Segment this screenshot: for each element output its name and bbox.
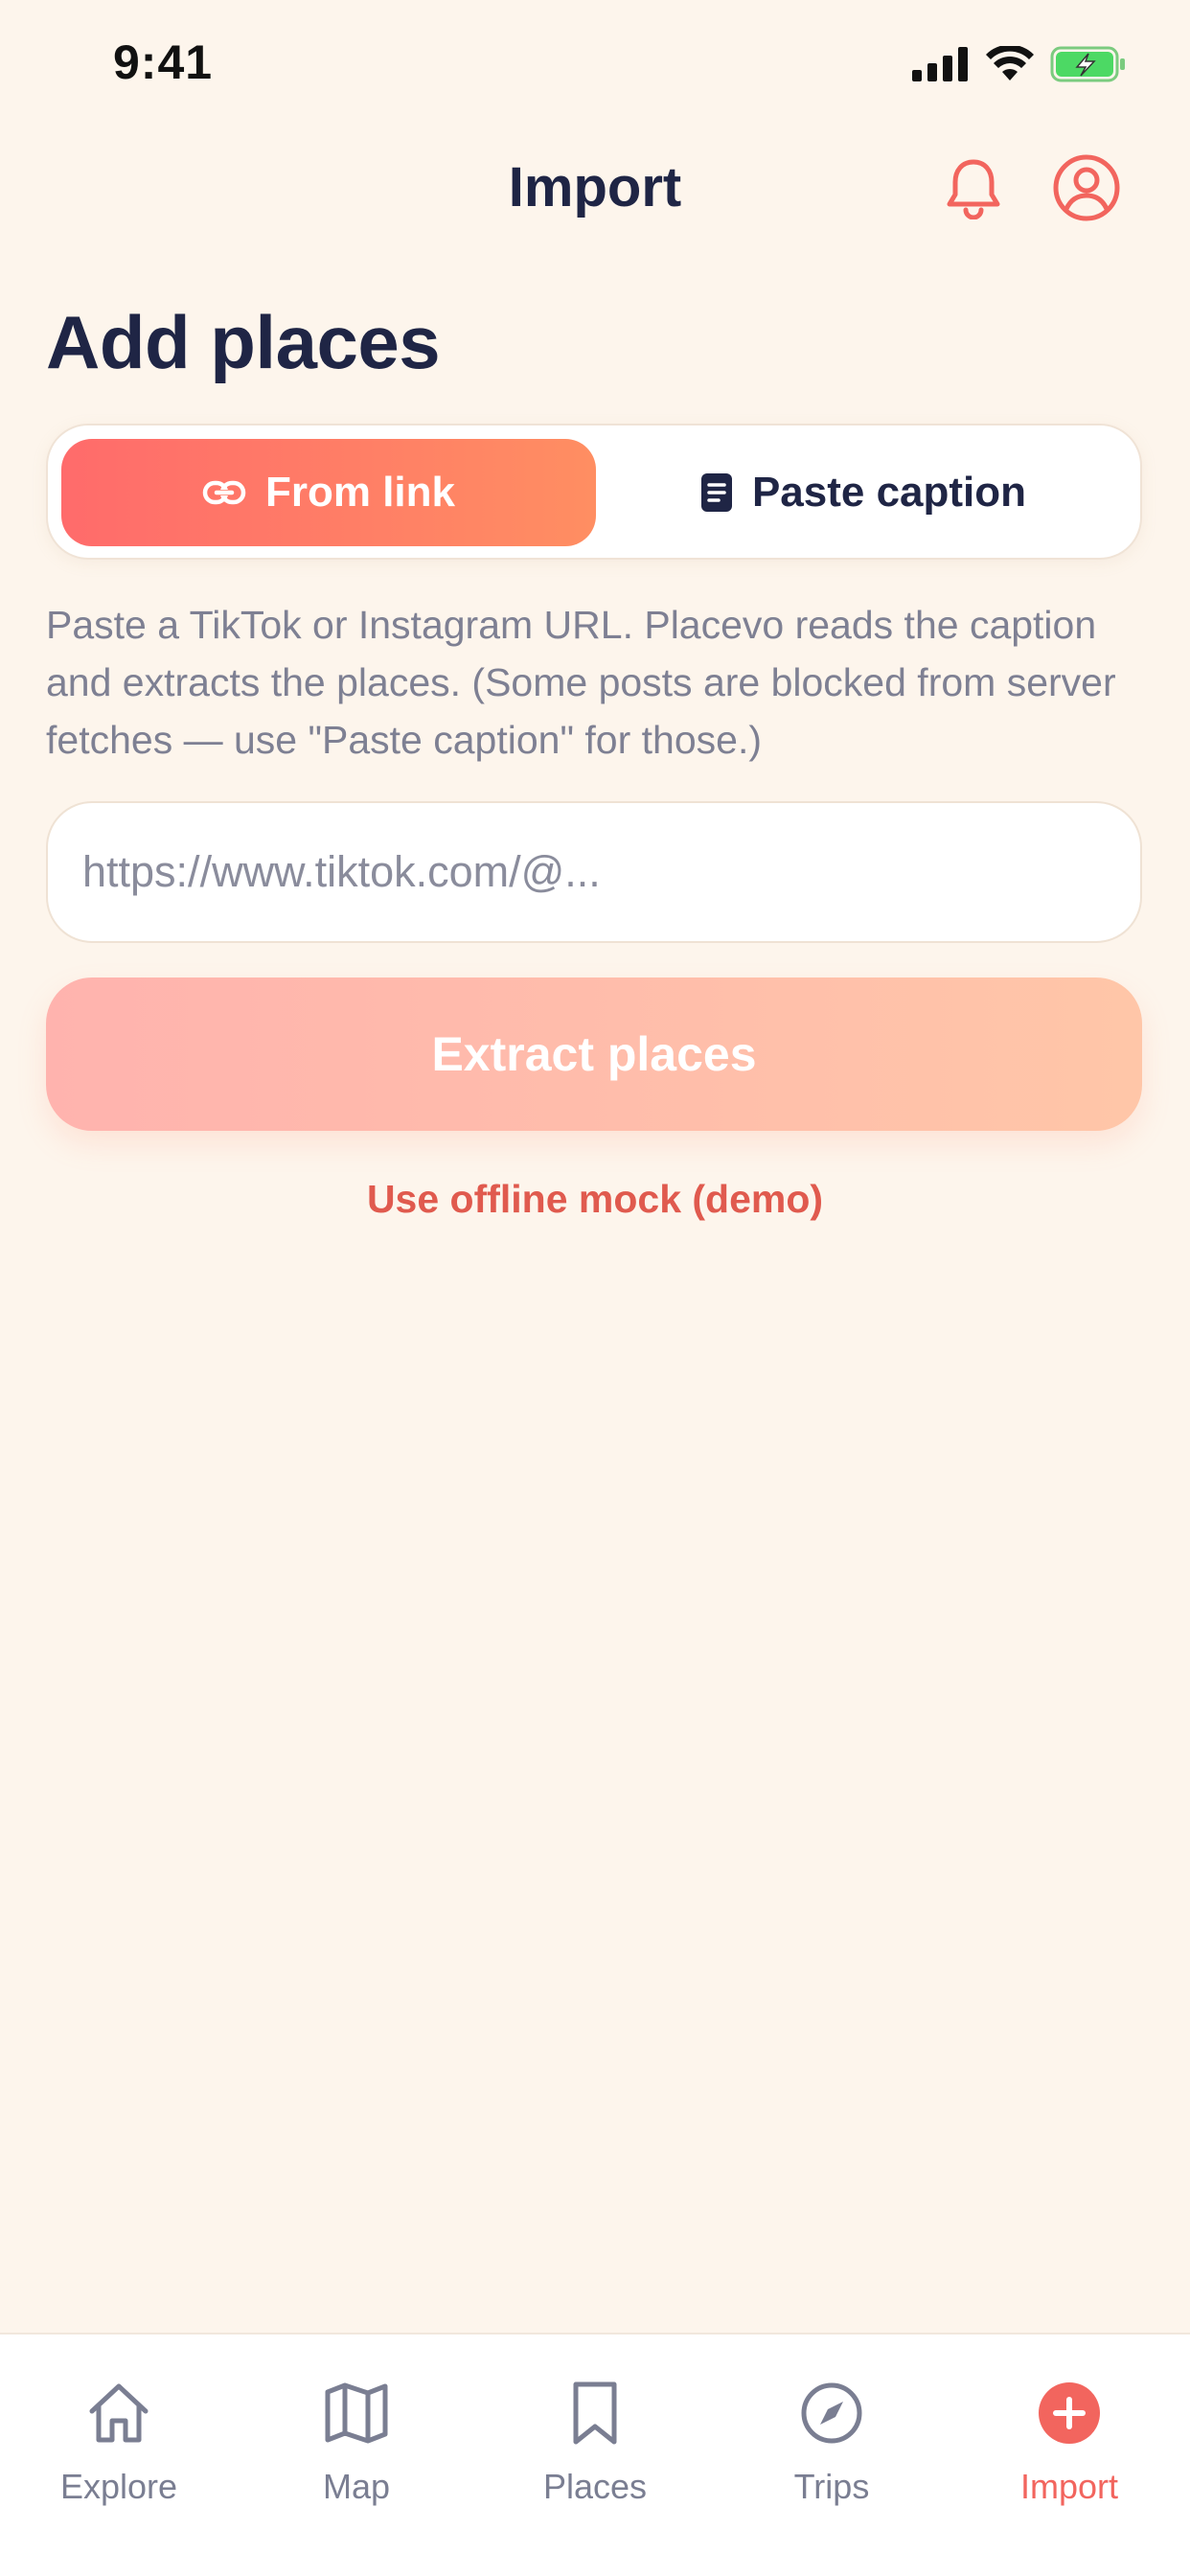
document-icon: [700, 473, 732, 512]
url-input[interactable]: [82, 803, 1098, 941]
profile-button[interactable]: [1050, 151, 1123, 224]
helper-text: Paste a TikTok or Instagram URL. Placevo…: [46, 603, 1116, 762]
bottom-tab-bar: Explore Map Places Trips Import: [0, 2333, 1190, 2576]
bookmark-icon: [559, 2377, 631, 2450]
link-icon: [202, 480, 246, 505]
map-icon: [320, 2377, 393, 2450]
status-time: 9:41: [113, 35, 214, 89]
home-icon: [82, 2377, 155, 2450]
header-title: Import: [508, 156, 682, 218]
tab-map[interactable]: Map: [261, 2377, 452, 2540]
tab-places[interactable]: Places: [499, 2377, 691, 2540]
page-title: Add places: [46, 300, 441, 384]
plus-circle-icon: [1033, 2377, 1106, 2450]
status-bar: 9:41: [0, 0, 1190, 126]
tab-trips-label: Trips: [793, 2467, 870, 2506]
tab-trips[interactable]: Trips: [736, 2377, 927, 2540]
tab-paste-caption-label: Paste caption: [751, 469, 1027, 516]
tab-explore-label: Explore: [59, 2467, 178, 2506]
battery-charging-icon: [1050, 46, 1125, 82]
wifi-icon: [986, 46, 1034, 80]
tab-map-label: Map: [322, 2467, 391, 2506]
extract-places-button[interactable]: Extract places: [46, 978, 1142, 1131]
tab-places-label: Places: [542, 2467, 648, 2506]
import-mode-segmented-control: From link Paste caption: [46, 424, 1142, 560]
tab-explore[interactable]: Explore: [23, 2377, 215, 2540]
offline-mock-link[interactable]: Use offline mock (demo): [0, 1177, 1190, 1222]
compass-icon: [795, 2377, 868, 2450]
url-input-container: [46, 801, 1142, 943]
tab-from-link-label: From link: [264, 469, 456, 516]
tab-from-link[interactable]: From link: [61, 439, 596, 546]
tab-import[interactable]: Import: [973, 2377, 1165, 2540]
status-icons: [912, 46, 1127, 82]
top-header: Import: [0, 144, 1190, 236]
tab-import-label: Import: [1019, 2467, 1119, 2506]
tab-paste-caption[interactable]: Paste caption: [596, 439, 1131, 546]
user-circle-icon: [1053, 154, 1120, 221]
notifications-button[interactable]: [939, 153, 1008, 222]
cellular-signal-icon: [912, 47, 968, 81]
bell-icon: [947, 159, 1000, 219]
